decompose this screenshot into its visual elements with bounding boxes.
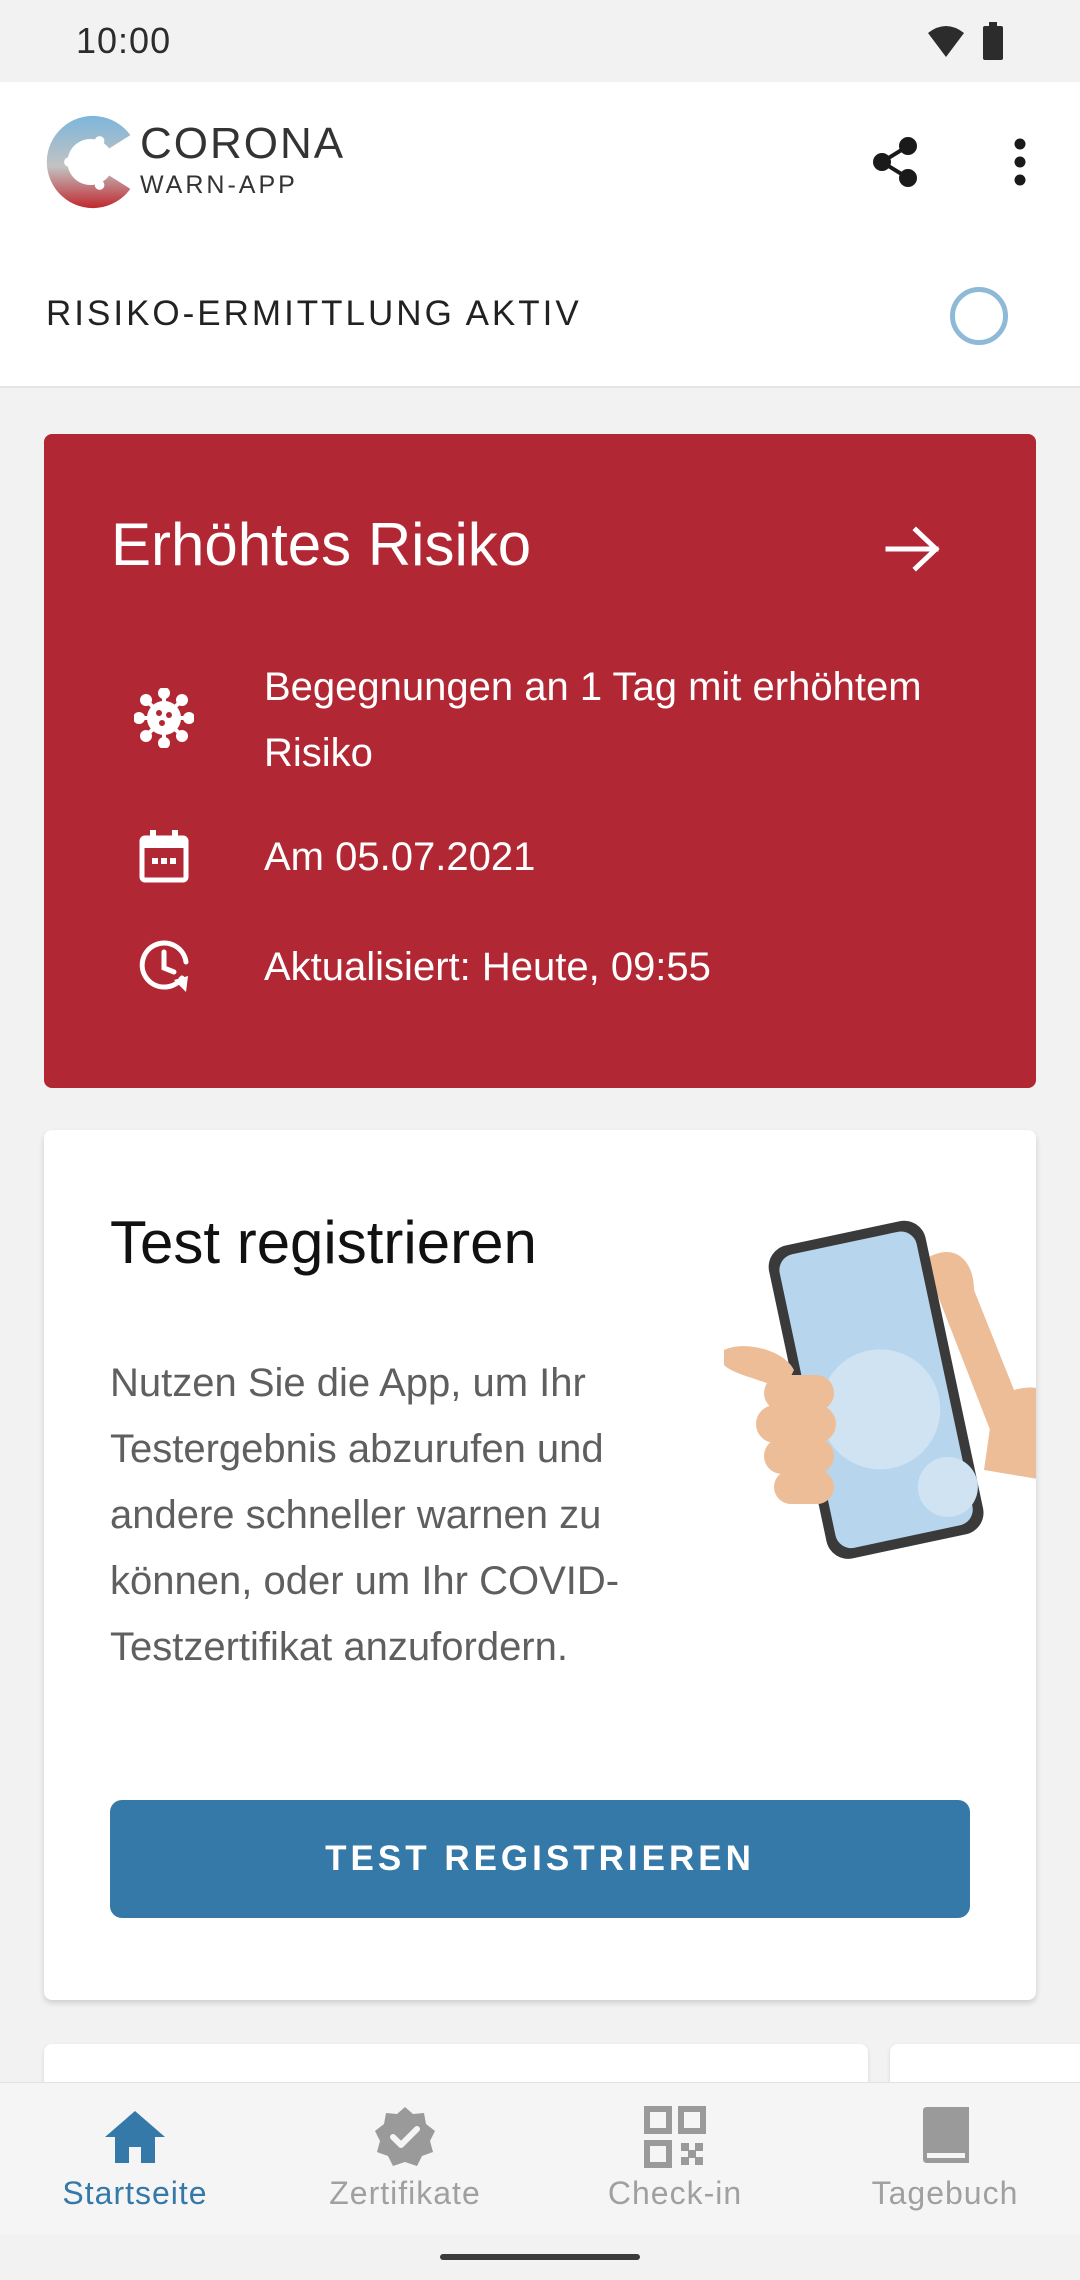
virus-icon — [134, 688, 194, 748]
more-options-icon[interactable] — [1000, 132, 1040, 192]
nav-item-home[interactable]: Startseite — [0, 2083, 270, 2235]
nav-label-home: Startseite — [62, 2175, 208, 2211]
wifi-icon — [928, 26, 964, 57]
brand-title: CORONA — [140, 119, 346, 168]
brand-wordmark: CORONA WARN-APP — [140, 120, 345, 200]
test-card-title: Test registrieren — [110, 1209, 537, 1276]
test-registration-card: Test registrieren Nutzen Sie die App, um… — [44, 1130, 1036, 2000]
share-icon[interactable] — [866, 132, 926, 192]
brand-subtitle: WARN-APP — [140, 171, 298, 199]
corona-warn-app-logo — [46, 115, 131, 209]
status-bar: 10:00 — [0, 0, 1080, 82]
test-card-description: Nutzen Sie die App, um Ihr Testergebnis … — [110, 1361, 620, 1669]
certificate-badge-icon — [375, 2107, 435, 2166]
arrow-right-icon[interactable] — [884, 526, 944, 572]
risk-updated-text: Aktualisiert: Heute, 09:55 — [264, 945, 711, 989]
qr-code-icon — [644, 2106, 706, 2168]
risk-date-text: Am 05.07.2021 — [264, 835, 536, 879]
battery-icon — [983, 22, 1003, 60]
status-time: 10:00 — [76, 20, 172, 61]
risk-card[interactable]: Erhöhtes Risiko Begegnungen an 1 Tag mit… — [44, 434, 1036, 1088]
risk-encounters-text: Begegnungen an 1 Tag mit erhöhtem Risiko — [264, 665, 922, 775]
app-header: CORONA WARN-APP RISIKO-ERMITTLUNG AKTIV — [0, 82, 1080, 388]
status-icons — [926, 22, 1004, 60]
risk-title: Erhöhtes Risiko — [111, 511, 532, 578]
calendar-icon — [139, 830, 189, 883]
nav-label-checkin: Check-in — [607, 2175, 743, 2211]
tracing-progress-ring[interactable] — [950, 287, 1008, 345]
gesture-navigation-bar[interactable] — [440, 2254, 640, 2260]
clock-refresh-icon — [139, 940, 189, 992]
nav-item-certificates[interactable]: Zertifikate — [270, 2083, 540, 2235]
nav-item-checkin[interactable]: Check-in — [540, 2083, 810, 2235]
tracing-status-label[interactable]: RISIKO-ERMITTLUNG AKTIV — [46, 294, 582, 334]
bottom-navigation: Startseite Zertifikate Check-in Tagebuch — [0, 2082, 1080, 2234]
nav-label-certificates: Zertifikate — [329, 2175, 481, 2211]
nav-item-diary[interactable]: Tagebuch — [810, 2083, 1080, 2235]
register-test-button[interactable]: TEST REGISTRIEREN — [110, 1800, 970, 1918]
book-icon — [923, 2107, 969, 2163]
home-icon — [105, 2111, 165, 2163]
phone-in-hand-illustration — [724, 1220, 1036, 1559]
nav-label-diary: Tagebuch — [871, 2175, 1019, 2211]
